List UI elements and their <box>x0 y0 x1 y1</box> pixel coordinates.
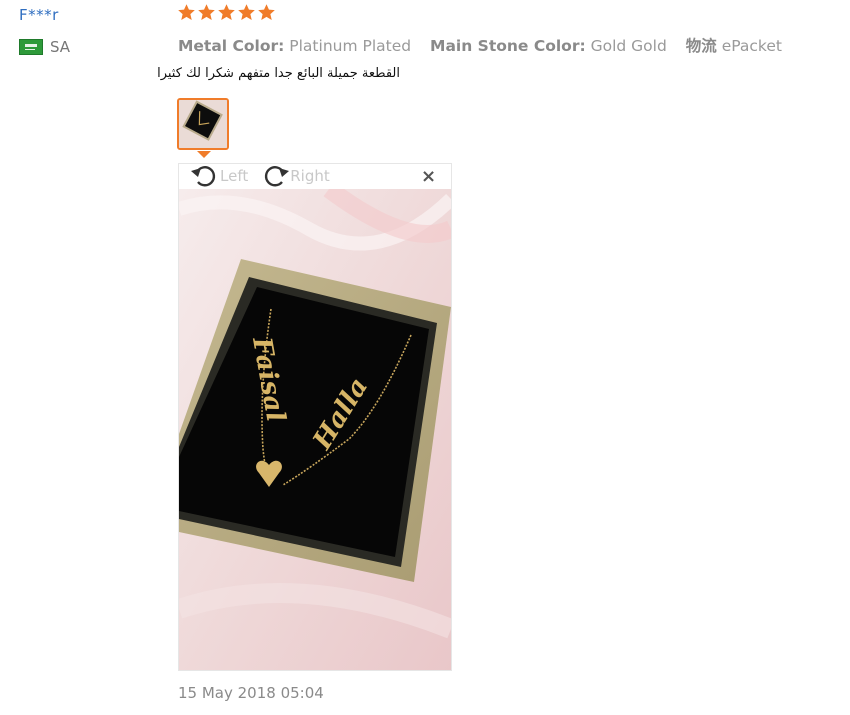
star-rating <box>177 3 276 22</box>
review-text: القطعة جميلة البائع جدا متفهم شكرا لك كث… <box>157 66 400 81</box>
necklace-photo-image: Faisal Halla <box>179 189 451 670</box>
review-photo: Faisal Halla <box>179 189 451 670</box>
reviewer-name[interactable]: F***r <box>19 6 59 24</box>
attr-logistics: 物流 ePacket <box>686 37 782 55</box>
star-icon <box>177 3 196 22</box>
rotate-left-label: Left <box>220 167 249 185</box>
rotate-right-icon <box>265 166 290 187</box>
viewer-toolbar: Left Right <box>190 163 342 189</box>
attr-label: Main Stone Color: <box>430 37 586 55</box>
saudi-flag-icon <box>19 39 43 55</box>
close-viewer-button[interactable]: × <box>421 168 436 186</box>
star-icon <box>237 3 256 22</box>
rotate-left-button[interactable]: Left <box>190 163 248 189</box>
star-icon <box>217 3 236 22</box>
attr-main-stone-color: Main Stone Color: Gold Gold <box>430 37 667 55</box>
rotate-left-icon <box>191 166 216 187</box>
country-code: SA <box>50 38 71 56</box>
thumbnail-image <box>179 100 227 148</box>
rotate-right-label: Right <box>290 167 330 185</box>
product-attributes: Metal Color: Platinum Plated Main Stone … <box>178 34 796 56</box>
review-timestamp: 15 May 2018 05:04 <box>178 684 324 702</box>
reviewer-country: SA <box>19 38 70 56</box>
attr-label: 物流 <box>685 37 717 55</box>
attr-label: Metal Color: <box>178 37 285 55</box>
attr-value: ePacket <box>721 37 782 55</box>
rotate-right-button[interactable]: Right <box>260 163 330 189</box>
review-photo-thumbnail[interactable] <box>177 98 229 150</box>
attr-value: Gold Gold <box>590 37 667 55</box>
attr-metal-color: Metal Color: Platinum Plated <box>178 37 411 55</box>
star-icon <box>257 3 276 22</box>
star-icon <box>197 3 216 22</box>
thumbnail-selected-caret <box>197 151 211 158</box>
attr-value: Platinum Plated <box>289 37 412 55</box>
